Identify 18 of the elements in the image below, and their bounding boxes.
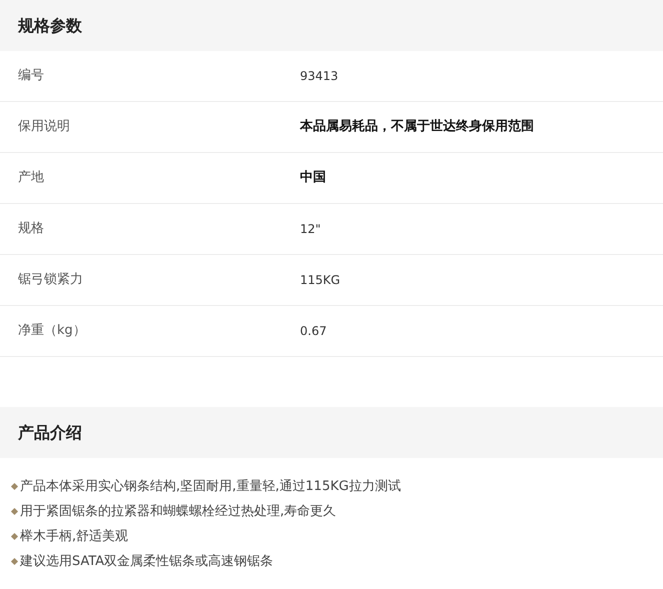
- spec-label: 净重（kg）: [17, 322, 87, 340]
- spec-label: 产地: [17, 169, 45, 188]
- spec-value: 0.67: [300, 323, 327, 340]
- section-title: 产品介绍: [18, 422, 82, 444]
- spec-value: 93413: [300, 68, 338, 85]
- feature-text: 建议选用SATA双金属柔性锯条或高速钢锯条: [20, 552, 274, 571]
- spec-label: 保用说明: [17, 118, 71, 136]
- spec-label: 锯弓锁紧力: [17, 271, 84, 290]
- spec-label: 规格: [17, 220, 45, 238]
- spec-value: 12": [300, 221, 321, 238]
- feature-text: 用于紧固锯条的拉紧器和蝴蝶螺栓经过热处理,寿命更久: [20, 502, 336, 521]
- spec-value: 中国: [300, 169, 326, 188]
- spec-label: 编号: [17, 67, 45, 86]
- spec-value: 本品属易耗品，不属于世达终身保用范围: [300, 118, 534, 136]
- feature-text: 榉木手柄,舒适美观: [20, 528, 128, 546]
- section-title: 规格参数: [18, 14, 82, 36]
- feature-text: 产品本体采用实心钢条结构,坚固耐用,重量轻,通过115KG拉力测试: [20, 478, 401, 496]
- spec-value: 115KG: [300, 272, 340, 289]
